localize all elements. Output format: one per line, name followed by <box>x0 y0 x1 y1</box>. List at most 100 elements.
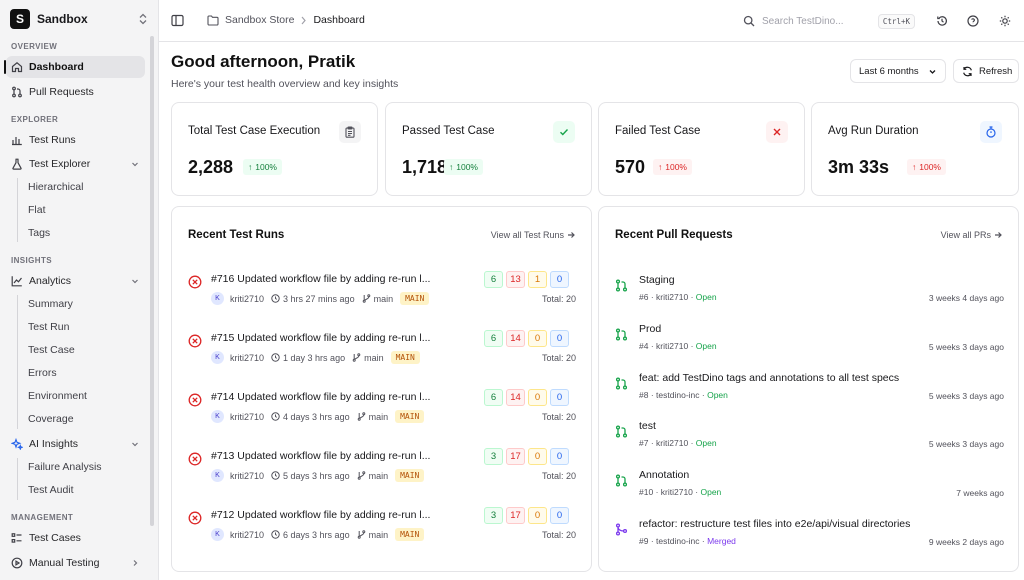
test-run-row[interactable]: #716 Updated workflow file by adding re-… <box>172 267 592 311</box>
timer-icon <box>980 121 1002 143</box>
date-range-value: Last 6 months <box>859 65 919 77</box>
pr-author: kriti2710 <box>656 340 689 351</box>
date-range-select[interactable]: Last 6 months <box>850 59 946 83</box>
pull-request-row[interactable]: Prod #4 · kriti2710 · Open 5 weeks 3 day… <box>599 318 1020 358</box>
x-icon <box>766 121 788 143</box>
sidebar-scrollbar[interactable] <box>150 36 154 526</box>
workspace-switcher[interactable]: S Sandbox <box>10 8 148 30</box>
run-title[interactable]: #713 Updated workflow file by adding re-… <box>211 450 430 462</box>
nav-hierarchical[interactable]: Hierarchical <box>28 178 83 196</box>
nav-coverage[interactable]: Coverage <box>28 410 74 428</box>
history-icon[interactable] <box>936 15 948 27</box>
view-all-prs-link[interactable]: View all PRs <box>941 230 1002 240</box>
run-branch: main <box>352 353 384 363</box>
stat-value: 570 <box>615 157 646 177</box>
nav-test-case[interactable]: Test Case <box>28 341 75 359</box>
skipped-count: 0 <box>550 271 569 288</box>
nav-environment[interactable]: Environment <box>28 387 87 405</box>
nav-flat[interactable]: Flat <box>28 201 46 219</box>
view-all-test-runs-link[interactable]: View all Test Runs <box>491 230 575 240</box>
pr-status: Merged <box>707 536 736 546</box>
workspace-name: Sandbox <box>37 12 88 26</box>
stat-change: 100% <box>919 162 941 172</box>
pr-number: #8 <box>639 389 649 400</box>
pull-request-row[interactable]: feat: add TestDino tags and annotations … <box>599 367 1020 407</box>
help-icon[interactable] <box>967 15 979 27</box>
run-time-text: 6 days 3 hrs ago <box>283 529 350 540</box>
line-chart-icon <box>11 275 23 287</box>
pr-title[interactable]: Staging <box>639 274 675 286</box>
nav-test-runs[interactable]: Test Runs <box>6 129 145 151</box>
pr-status: Open <box>700 487 722 498</box>
pull-request-row[interactable]: Annotation #10 · kriti2710 · Open 7 week… <box>599 464 1020 504</box>
run-title[interactable]: #716 Updated workflow file by adding re-… <box>211 273 430 285</box>
pr-status: Open <box>707 389 728 400</box>
test-run-row[interactable]: #713 Updated workflow file by adding re-… <box>172 444 592 488</box>
pr-number: #10 <box>639 487 654 498</box>
test-run-row[interactable]: #715 Updated workflow file by adding re-… <box>172 326 592 370</box>
run-branch-text: main <box>368 529 389 540</box>
home-icon <box>11 61 23 73</box>
stat-card-failed: Failed Test Case 570 ↑ 100% <box>598 102 805 196</box>
tree-line <box>17 458 18 500</box>
pull-request-row[interactable]: Staging #6 · kriti2710 · Open 3 weeks 4 … <box>599 269 1020 309</box>
pr-meta: #4 · kriti2710 · Open <box>639 341 717 351</box>
nav-manual-testing[interactable]: Manual Testing <box>6 552 145 574</box>
pr-title[interactable]: test <box>639 420 656 432</box>
chevron-down-icon <box>928 67 937 76</box>
sidebar-toggle-icon[interactable] <box>171 14 184 27</box>
nav-pull-requests[interactable]: Pull Requests <box>6 81 145 103</box>
pr-title[interactable]: Prod <box>639 323 661 335</box>
check-icon <box>553 121 575 143</box>
nav-test-cases[interactable]: Test Cases <box>6 527 145 549</box>
chevron-right-icon <box>131 559 139 567</box>
pr-title[interactable]: Annotation <box>639 469 689 481</box>
pr-author: kriti2710 <box>660 487 693 498</box>
avatar: K <box>211 351 224 364</box>
refresh-label: Refresh <box>979 65 1013 77</box>
run-title[interactable]: #714 Updated workflow file by adding re-… <box>211 391 430 403</box>
arrow-right-icon <box>567 231 575 239</box>
test-run-row[interactable]: #714 Updated workflow file by adding re-… <box>172 385 592 429</box>
stat-change: 100% <box>665 162 687 172</box>
pr-status: Open <box>695 340 717 351</box>
pr-title[interactable]: refactor: restructure test files into e2… <box>639 518 910 530</box>
nav-ai-insights[interactable]: AI Insights <box>6 433 145 455</box>
run-total: Total: 20 <box>541 294 576 304</box>
run-title[interactable]: #715 Updated workflow file by adding re-… <box>211 332 430 344</box>
git-pull-request-icon <box>615 328 628 341</box>
nav-tags[interactable]: Tags <box>28 224 50 242</box>
run-branch: main <box>362 294 393 304</box>
test-run-row[interactable]: #712 Updated workflow file by adding re-… <box>172 503 592 547</box>
nav-summary[interactable]: Summary <box>28 295 73 313</box>
git-pull-request-icon <box>11 86 23 98</box>
nav-test-audit[interactable]: Test Audit <box>28 481 74 499</box>
nav-failure-analysis[interactable]: Failure Analysis <box>28 458 102 476</box>
nav-test-run[interactable]: Test Run <box>28 318 69 336</box>
breadcrumb-project[interactable]: Sandbox Store <box>225 14 294 26</box>
nav-analytics[interactable]: Analytics <box>6 270 145 292</box>
run-counts: 6 13 1 0 <box>484 271 569 288</box>
git-branch-icon <box>357 530 369 539</box>
run-meta: K kriti2710 4 days 3 hrs ago main MAIN <box>211 410 425 423</box>
stat-title: Passed Test Case <box>402 125 495 137</box>
pull-request-row[interactable]: refactor: restructure test files into e2… <box>599 513 1020 553</box>
nav-dashboard[interactable]: Dashboard <box>6 56 145 78</box>
run-title[interactable]: #712 Updated workflow file by adding re-… <box>211 509 430 521</box>
nav-test-explorer[interactable]: Test Explorer <box>6 153 145 175</box>
run-user: kriti2710 <box>230 470 265 481</box>
passed-count: 3 <box>484 507 503 524</box>
flaky-count: 0 <box>528 389 547 406</box>
refresh-button[interactable]: Refresh <box>953 59 1019 83</box>
stat-change-badge: ↑ 100% <box>444 159 483 175</box>
arrow-right-icon <box>994 231 1002 239</box>
search-box[interactable]: Search TestDino... Ctrl+K <box>739 10 919 32</box>
stat-change: 100% <box>255 162 277 172</box>
pr-meta: #9 · testdino-inc · Merged <box>639 536 736 546</box>
nav-errors[interactable]: Errors <box>28 364 57 382</box>
pull-request-row[interactable]: test #7 · kriti2710 · Open 5 weeks 3 day… <box>599 415 1020 455</box>
sun-icon[interactable] <box>999 15 1011 27</box>
pr-title[interactable]: feat: add TestDino tags and annotations … <box>639 372 899 384</box>
run-branch-text: main <box>368 470 389 481</box>
page-title: Good afternoon, Pratik <box>171 52 356 71</box>
